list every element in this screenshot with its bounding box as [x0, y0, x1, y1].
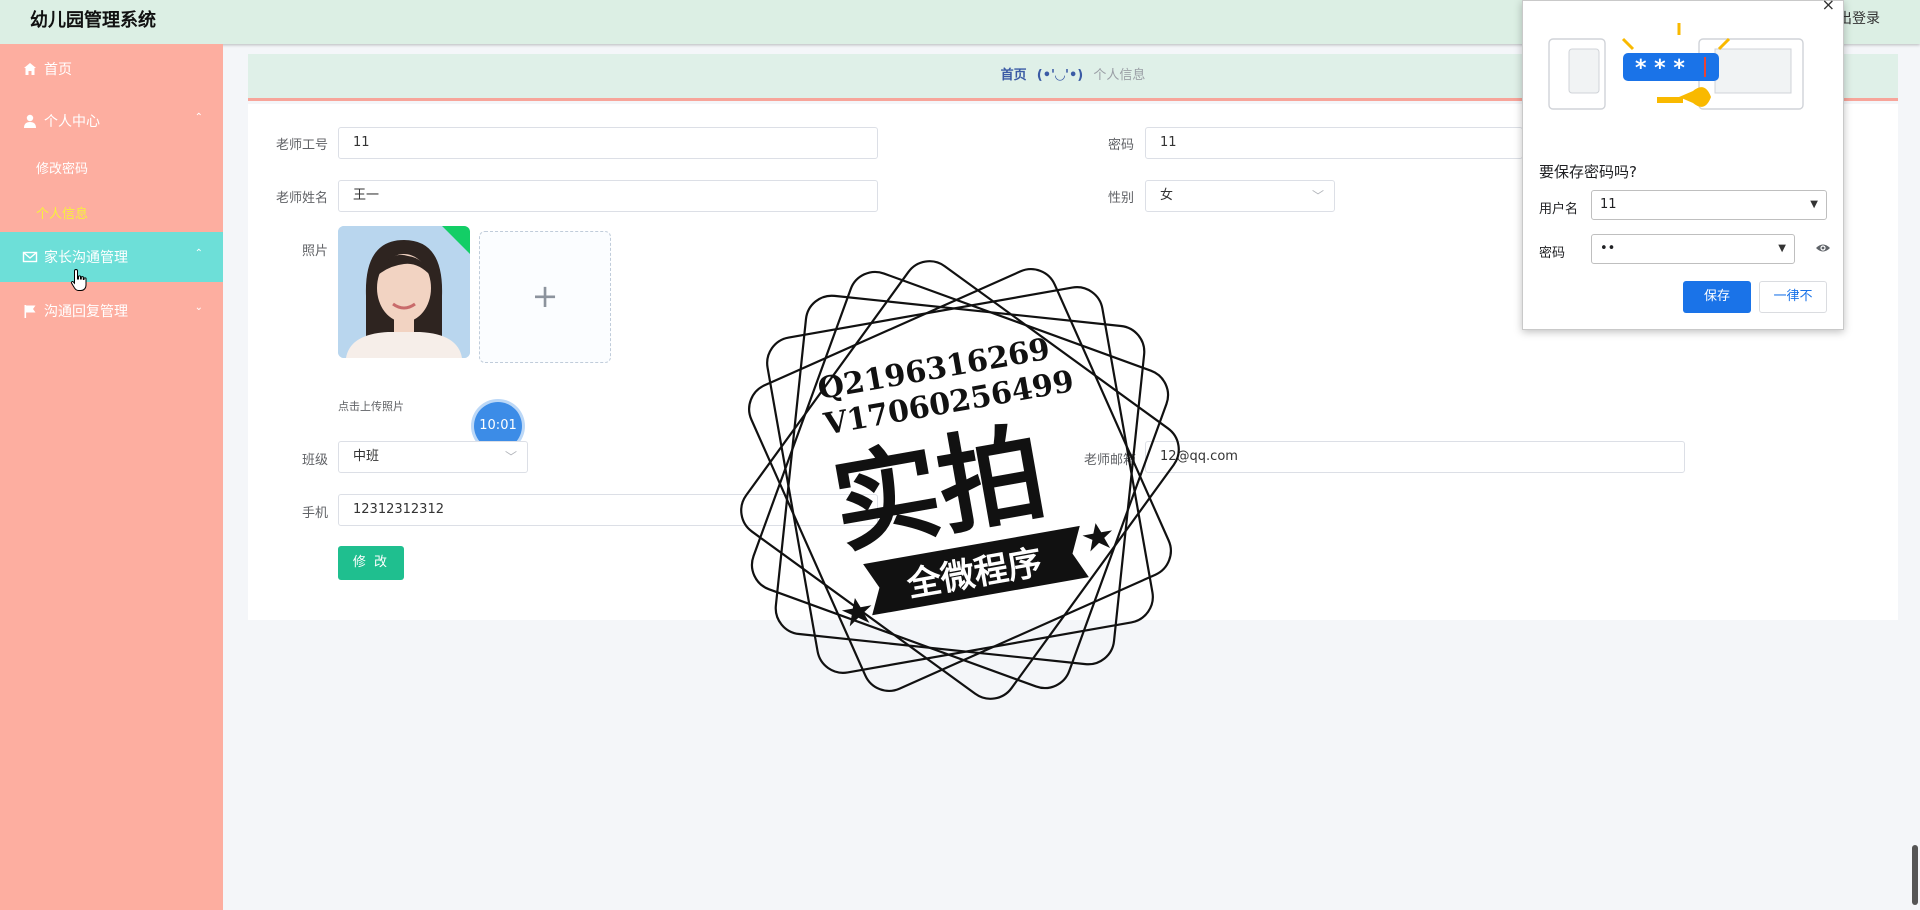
scrollbar[interactable]: [1912, 845, 1918, 905]
class-value: 中班: [353, 449, 380, 464]
teacher-name-label: 老师姓名: [275, 191, 328, 206]
eye-icon[interactable]: [1815, 241, 1831, 255]
sidebar-item-label: 家长沟通管理: [44, 250, 128, 266]
dropdown-arrow-icon: ▼: [1778, 243, 1786, 254]
phone-label: 手机: [301, 506, 328, 521]
teacher-id-input[interactable]: 11: [338, 127, 878, 159]
sidebar-item-label: 个人中心: [44, 114, 100, 130]
sidebar-subitem-personal-info[interactable]: 个人信息: [36, 203, 88, 222]
chevron-down-icon: ﹀: [1311, 189, 1324, 203]
sidebar-item-personal-center[interactable]: 个人中心 ⌃: [0, 96, 223, 146]
class-select[interactable]: 中班 ﹀: [338, 441, 528, 473]
hand-cursor-icon: [70, 268, 87, 291]
breadcrumb-home[interactable]: 首页: [1001, 68, 1027, 83]
password-stars: * * *: [1635, 56, 1685, 81]
teacher-photo[interactable]: [338, 226, 470, 358]
upload-tip: 点击上传照片: [338, 400, 404, 413]
submit-button[interactable]: 修 改: [338, 546, 404, 580]
popup-username-label: 用户名: [1539, 202, 1579, 217]
sidebar-item-parent-communication[interactable]: 家长沟通管理 ⌃: [0, 232, 223, 282]
chevron-down-icon: ⌄: [194, 302, 203, 313]
watermark-stamp: Q2196316269 V17060256499 实拍 全微程序: [740, 260, 1180, 700]
teacher-id-label: 老师工号: [275, 138, 328, 153]
password-label: 密码: [1107, 138, 1134, 153]
popup-password-label: 密码: [1539, 246, 1566, 261]
password-illustration: * * *: [1548, 23, 1804, 110]
email-input[interactable]: 12@qq.com: [1145, 441, 1685, 473]
photo-label: 照片: [301, 244, 328, 259]
gender-label: 性别: [1107, 191, 1134, 206]
sidebar-item-reply-management[interactable]: 沟通回复管理 ⌄: [0, 286, 223, 336]
password-input[interactable]: 11: [1145, 127, 1523, 159]
dropdown-arrow-icon: ▼: [1810, 199, 1818, 210]
never-save-button[interactable]: 一律不: [1759, 281, 1827, 313]
home-icon: [24, 63, 36, 75]
class-label: 班级: [301, 453, 328, 468]
popup-password-value: ••: [1600, 241, 1616, 256]
gender-value: 女: [1160, 188, 1174, 203]
popup-password-field[interactable]: •• ▼: [1591, 234, 1795, 264]
teacher-name-input[interactable]: 王一: [338, 180, 878, 212]
gender-select[interactable]: 女 ﹀: [1145, 180, 1335, 212]
mail-icon: [22, 251, 38, 263]
chevron-icon: ⌃: [194, 248, 203, 259]
breadcrumb-separator: (•'◡'•): [1036, 68, 1084, 83]
sidebar-item-home[interactable]: 首页: [0, 44, 223, 94]
save-password-popup: × * * * 要保存密码吗? 用户名 11 ▼ 密码 •• ▼ 保存 一律不: [1522, 0, 1844, 330]
upload-photo-button[interactable]: +: [479, 231, 611, 363]
sidebar-item-label: 首页: [44, 62, 72, 78]
portrait-image: [338, 226, 470, 358]
chevron-down-icon: ﹀: [504, 450, 517, 464]
chevron-up-icon: ⌃: [194, 112, 203, 123]
popup-username-value: 11: [1600, 197, 1617, 212]
sidebar: 首页 个人中心 ⌃ 修改密码 个人信息 家长沟通管理 ⌃ 沟通回复管理 ⌄: [0, 44, 223, 910]
user-icon: [24, 114, 36, 128]
popup-username-field[interactable]: 11 ▼: [1591, 190, 1827, 220]
plus-icon: +: [531, 277, 559, 315]
breadcrumb-current: 个人信息: [1093, 68, 1146, 83]
sidebar-subitem-change-password[interactable]: 修改密码: [36, 158, 88, 177]
popup-title: 要保存密码吗?: [1539, 163, 1637, 181]
sidebar-item-label: 沟通回复管理: [44, 304, 128, 320]
flag-icon: [24, 305, 36, 318]
app-title: 幼儿园管理系统: [30, 10, 156, 31]
save-password-button[interactable]: 保存: [1683, 281, 1751, 313]
